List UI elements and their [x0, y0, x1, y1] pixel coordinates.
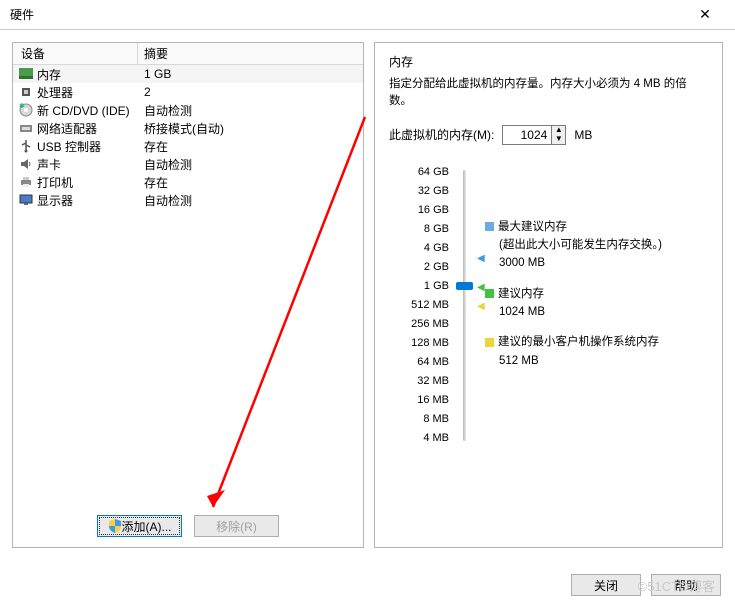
device-row[interactable]: 内存 1 GB [13, 65, 363, 83]
device-name: USB 控制器 [37, 138, 101, 155]
legend-min: 建议的最小客户机操作系统内存 512 MB [485, 333, 662, 370]
slider-ticks: 64 GB32 GB16 GB8 GB4 GB2 GB1 GB512 MB256… [397, 163, 449, 448]
tick-label: 512 MB [397, 296, 449, 315]
printer-icon [19, 175, 33, 189]
tick-label: 64 MB [397, 353, 449, 372]
memory-input-row: 此虚拟机的内存(M): ▲▼ MB [389, 125, 708, 145]
device-row[interactable]: ✱ 新 CD/DVD (IDE) 自动检测 [13, 101, 363, 119]
memory-label: 此虚拟机的内存(M): [389, 126, 494, 143]
device-summary: 1 GB [138, 67, 363, 81]
device-summary: 存在 [138, 138, 363, 155]
panel-title: 内存 [389, 53, 708, 70]
memory-spinner[interactable]: ▲▼ [502, 125, 566, 145]
display-icon [19, 193, 33, 207]
memory-panel: 内存 指定分配给此虚拟机的内存量。内存大小必须为 4 MB 的倍数。 此虚拟机的… [374, 42, 723, 548]
svg-text:✱: ✱ [19, 103, 25, 110]
content-area: 设备 摘要 内存1 GB处理器2✱新 CD/DVD (IDE)自动检测网络适配器… [0, 30, 735, 560]
tick-label: 32 MB [397, 372, 449, 391]
tick-label: 1 GB [397, 277, 449, 296]
cd-icon: ✱ [19, 103, 33, 117]
device-summary: 自动检测 [138, 192, 363, 209]
device-row[interactable]: USB 控制器 存在 [13, 137, 363, 155]
marker-rec-icon: ◀ [477, 282, 485, 293]
remove-button: 移除(R) [194, 515, 279, 537]
slider-area: 64 GB32 GB16 GB8 GB4 GB2 GB1 GB512 MB256… [397, 163, 708, 448]
close-button[interactable]: 关闭 [571, 574, 641, 596]
tick-label: 16 GB [397, 201, 449, 220]
button-row: 添加(A)... 移除(R) [13, 515, 363, 537]
panel-desc: 指定分配给此虚拟机的内存量。内存大小必须为 4 MB 的倍数。 [389, 76, 708, 111]
marker-max-icon: ◀ [477, 253, 485, 264]
slider-bar [463, 170, 466, 441]
add-button[interactable]: 添加(A)... [97, 515, 182, 537]
device-name: 新 CD/DVD (IDE) [37, 102, 130, 119]
tick-label: 16 MB [397, 391, 449, 410]
cpu-icon [19, 85, 33, 99]
device-name: 处理器 [37, 84, 73, 101]
square-green-icon [485, 289, 494, 298]
device-row[interactable]: 网络适配器 桥接模式(自动) [13, 119, 363, 137]
memory-icon [19, 67, 33, 81]
window-title: 硬件 [10, 6, 685, 23]
device-summary: 2 [138, 85, 363, 99]
help-button[interactable]: 帮助 [651, 574, 721, 596]
header-device[interactable]: 设备 [13, 43, 138, 64]
tick-label: 2 GB [397, 258, 449, 277]
titlebar: 硬件 ✕ [0, 0, 735, 30]
usb-icon [19, 139, 33, 153]
tick-label: 256 MB [397, 315, 449, 334]
legend: 最大建议内存 (超出此大小可能发生内存交换。) 3000 MB 建议内存 102… [485, 218, 662, 448]
tick-label: 128 MB [397, 334, 449, 353]
footer-buttons: 关闭 帮助 [571, 574, 721, 596]
device-summary: 桥接模式(自动) [138, 120, 363, 137]
memory-input[interactable] [503, 126, 551, 144]
tick-label: 4 GB [397, 239, 449, 258]
slider-thumb[interactable] [456, 282, 473, 290]
add-label: 添加(A)... [122, 518, 172, 535]
square-blue-icon [485, 222, 494, 231]
marker-min-icon: ◀ [477, 301, 485, 312]
device-summary: 自动检测 [138, 102, 363, 119]
device-panel: 设备 摘要 内存1 GB处理器2✱新 CD/DVD (IDE)自动检测网络适配器… [12, 42, 364, 548]
tick-label: 8 MB [397, 410, 449, 429]
shield-icon [108, 519, 122, 533]
tick-label: 4 MB [397, 429, 449, 448]
legend-rec: 建议内存 1024 MB [485, 285, 662, 322]
tick-label: 8 GB [397, 220, 449, 239]
device-name: 打印机 [37, 174, 73, 191]
tick-label: 64 GB [397, 163, 449, 182]
spinner-arrows[interactable]: ▲▼ [551, 126, 565, 144]
square-yellow-icon [485, 338, 494, 347]
memory-unit: MB [574, 128, 592, 142]
device-row[interactable]: 处理器 2 [13, 83, 363, 101]
device-name: 声卡 [37, 156, 61, 173]
sound-icon [19, 157, 33, 171]
close-icon[interactable]: ✕ [685, 6, 725, 23]
tick-label: 32 GB [397, 182, 449, 201]
device-row[interactable]: 声卡 自动检测 [13, 155, 363, 173]
device-name: 内存 [37, 66, 61, 83]
device-summary: 存在 [138, 174, 363, 191]
device-row[interactable]: 打印机 存在 [13, 173, 363, 191]
nic-icon [19, 121, 33, 135]
legend-max: 最大建议内存 (超出此大小可能发生内存交换。) 3000 MB [485, 218, 662, 273]
slider-track[interactable]: ◀ ◀ ◀ [453, 163, 475, 448]
device-name: 显示器 [37, 192, 73, 209]
device-row[interactable]: 显示器 自动检测 [13, 191, 363, 209]
device-name: 网络适配器 [37, 120, 97, 137]
header-summary[interactable]: 摘要 [138, 45, 363, 62]
device-summary: 自动检测 [138, 156, 363, 173]
table-header: 设备 摘要 [13, 43, 363, 65]
table-body: 内存1 GB处理器2✱新 CD/DVD (IDE)自动检测网络适配器桥接模式(自… [13, 65, 363, 209]
